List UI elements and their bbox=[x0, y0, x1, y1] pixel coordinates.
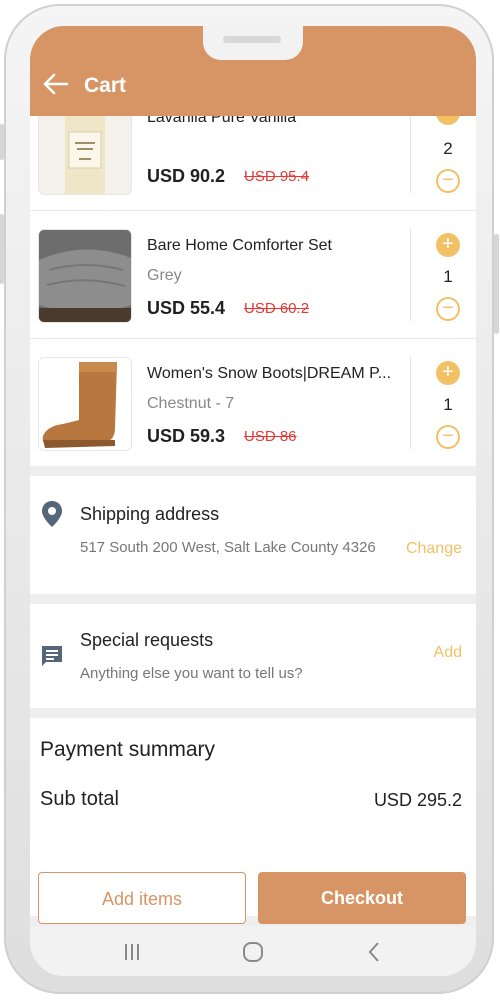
product-name[interactable]: Women's Snow Boots|DREAM P... bbox=[147, 365, 405, 383]
quantity-value: 1 bbox=[443, 395, 453, 414]
shipping-address-text: 517 South 200 West, Salt Lake County 432… bbox=[80, 539, 376, 556]
product-price: USD 90.2 bbox=[147, 166, 226, 186]
boot-icon bbox=[42, 362, 117, 448]
special-requests-subtitle[interactable]: Anything else you want to tell us? bbox=[80, 664, 303, 684]
special-requests-card: Special requests Anything else you want … bbox=[30, 604, 476, 708]
screen: Cart Lavanila Pure Vanilla USD 90.2 USD … bbox=[30, 26, 476, 976]
add-items-button[interactable]: Add items bbox=[38, 872, 246, 924]
phone-frame: Cart Lavanila Pure Vanilla USD 90.2 USD … bbox=[0, 4, 499, 994]
cart-item[interactable]: Women's Snow Boots|DREAM P... Chestnut -… bbox=[30, 338, 476, 466]
product-name[interactable]: Lavanila Pure Vanilla bbox=[147, 116, 405, 127]
back-icon[interactable] bbox=[366, 941, 382, 963]
increase-qty-button[interactable]: + bbox=[436, 361, 460, 385]
phone-notch bbox=[203, 26, 303, 60]
comforter-icon bbox=[39, 230, 131, 322]
side-button-left bbox=[0, 124, 4, 160]
product-variant: Grey bbox=[147, 267, 182, 284]
product-image-vanilla[interactable] bbox=[38, 116, 132, 195]
product-price: USD 59.3 bbox=[147, 426, 226, 446]
product-name[interactable]: Bare Home Comforter Set bbox=[147, 237, 405, 255]
cart-content[interactable]: Lavanila Pure Vanilla USD 90.2 USD 95.4 … bbox=[30, 116, 476, 916]
decrease-qty-button[interactable]: − bbox=[436, 297, 460, 321]
payment-summary-title: Payment summary bbox=[40, 738, 216, 761]
special-requests-title: Special requests bbox=[80, 630, 214, 650]
side-button-right bbox=[494, 234, 499, 334]
product-price: USD 55.4 bbox=[147, 298, 226, 318]
qty-divider bbox=[410, 229, 411, 321]
shipping-address-card: Shipping address 517 South 200 West, Sal… bbox=[30, 476, 476, 594]
product-old-price: USD 86 bbox=[244, 428, 297, 445]
speaker-grille bbox=[223, 36, 281, 43]
qty-divider bbox=[410, 357, 411, 449]
decrease-qty-button[interactable]: − bbox=[436, 169, 460, 193]
add-request-link[interactable]: Add bbox=[434, 644, 462, 662]
quantity-value: 2 bbox=[443, 139, 453, 158]
product-image-comforter[interactable] bbox=[38, 229, 132, 323]
product-old-price: USD 60.2 bbox=[244, 300, 310, 317]
cart-item[interactable]: Bare Home Comforter Set Grey USD 55.4 US… bbox=[30, 210, 476, 338]
qty-divider bbox=[410, 116, 411, 193]
home-icon[interactable] bbox=[242, 941, 264, 963]
increase-qty-button[interactable]: + bbox=[436, 116, 460, 125]
change-address-link[interactable]: Change bbox=[406, 540, 462, 558]
cart-item[interactable]: Lavanila Pure Vanilla USD 90.2 USD 95.4 … bbox=[30, 116, 476, 210]
recents-icon[interactable] bbox=[122, 942, 142, 962]
page-title: Cart bbox=[84, 74, 127, 97]
product-variant: Chestnut - 7 bbox=[147, 395, 235, 412]
decrease-qty-button[interactable]: − bbox=[436, 425, 460, 449]
subtotal-label: Sub total bbox=[40, 788, 119, 810]
checkout-button[interactable]: Checkout bbox=[258, 872, 466, 924]
product-image-boots[interactable] bbox=[38, 357, 132, 451]
perfume-bottle-icon bbox=[65, 116, 105, 194]
product-old-price: USD 95.4 bbox=[244, 168, 310, 185]
shipping-title: Shipping address bbox=[80, 504, 220, 524]
location-pin-icon bbox=[42, 501, 62, 527]
chat-icon bbox=[42, 646, 62, 666]
arrow-left-icon[interactable] bbox=[42, 72, 70, 96]
increase-qty-button[interactable]: + bbox=[436, 233, 460, 257]
subtotal-value: USD 295.2 bbox=[373, 790, 462, 810]
quantity-value: 1 bbox=[443, 267, 453, 286]
side-button-left-2 bbox=[0, 214, 4, 284]
app-bar: Cart bbox=[30, 26, 476, 116]
system-nav-bar bbox=[30, 926, 476, 976]
